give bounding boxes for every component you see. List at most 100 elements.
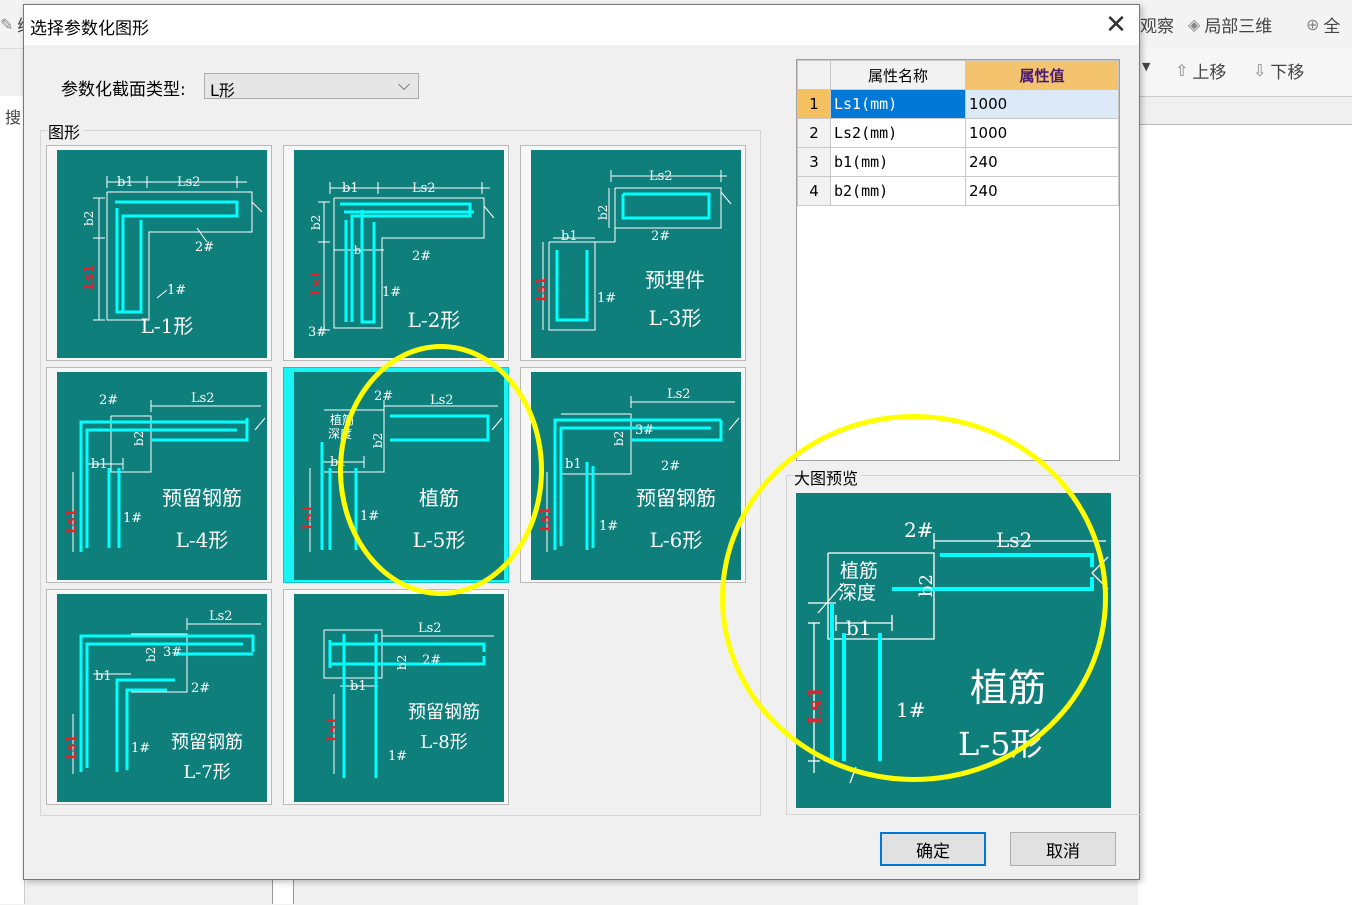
label-ls1: Ls1: [309, 270, 324, 296]
label-b2: b2: [144, 647, 158, 662]
label-ls2: Ls2: [430, 393, 454, 408]
label-b1: b1: [330, 455, 347, 470]
arrow-down-icon: ⇩: [1253, 61, 1267, 80]
select-parametric-shape-dialog: 选择参数化图形 ✕ 参数化截面类型: L形 ⌵ 图形 b1 Ls2 b2 Ls1…: [23, 4, 1141, 880]
row-number: 3: [797, 147, 831, 177]
label-bar2: 2#: [412, 249, 431, 264]
shapes-group-label: 图形: [48, 119, 84, 143]
shape-tile-l6[interactable]: Ls2 b2 3# 2# b1 Ls1 1# 预留钢筋 L-6形: [520, 367, 746, 583]
property-row[interactable]: 2 Ls2(mm) 1000: [797, 118, 1119, 148]
preview-group-label: 大图预览: [794, 465, 862, 489]
label-bar3: 3#: [308, 325, 327, 340]
row-number: 2: [797, 118, 831, 148]
shape-tile-l3[interactable]: Ls2 b2 b1 Ls1 2# 1# 预埋件 L-3形: [520, 145, 746, 361]
label-ls2: Ls2: [418, 621, 442, 636]
shape-caption: L-7形: [183, 762, 231, 783]
header-property-value: 属性值: [965, 60, 1119, 90]
shape-l1-diagram: b1 Ls2 b2 Ls1 2# 1# L-1形: [57, 150, 267, 358]
move-down-button[interactable]: ⇩ 下移: [1253, 58, 1304, 83]
property-name: Ls2(mm): [830, 118, 966, 148]
header-property-name: 属性名称: [830, 60, 966, 90]
section-type-label: 参数化截面类型:: [61, 80, 186, 100]
label-ls1: Ls1: [538, 506, 553, 532]
shape-l2-diagram: b1 Ls2 b2 Ls1 b 2# 1# 3# L-2形: [294, 150, 504, 358]
label-bar2: 2#: [195, 240, 214, 255]
label-ls2: Ls2: [667, 387, 691, 402]
shape-l4-diagram: 2# Ls2 b2 b1 Ls1 1# 预留钢筋 L-4形: [57, 372, 267, 580]
shape-tile-l5[interactable]: 植筋 深度 2# Ls2 b2 b1 Ls1 1# 植筋 L-5形: [283, 367, 509, 583]
section-type-select[interactable]: L形 ⌵: [204, 73, 419, 100]
label-b2: b2: [596, 205, 610, 220]
zoom-tool[interactable]: ⊕ 全: [1306, 12, 1340, 37]
property-value-input[interactable]: 1000: [965, 89, 1119, 119]
label-bar2: 2#: [99, 393, 118, 408]
shape-l6-diagram: Ls2 b2 3# 2# b1 Ls1 1# 预留钢筋 L-6形: [531, 372, 741, 580]
label-b1: b1: [117, 175, 134, 190]
shape-caption: L-4形: [175, 528, 229, 552]
search-stub[interactable]: 搜: [5, 104, 21, 128]
property-row[interactable]: 3 b1(mm) 240: [797, 147, 1119, 177]
local-3d-tool[interactable]: ◈ 局部三维: [1188, 12, 1272, 37]
shape-caption: L-5形: [412, 528, 466, 552]
app-toolbar-row2: [1138, 48, 1352, 97]
property-value-input[interactable]: 240: [965, 147, 1119, 177]
label-bar1: 1#: [597, 291, 616, 306]
close-button[interactable]: ✕: [1093, 5, 1139, 45]
cancel-button[interactable]: 取消: [1010, 832, 1116, 866]
label-ls1: Ls1: [325, 716, 340, 742]
property-name: b1(mm): [830, 147, 966, 177]
preview-label-b1: b1: [846, 616, 872, 640]
preview-label-ls2: Ls2: [996, 528, 1032, 552]
label-bar1: 1#: [382, 285, 401, 300]
property-row[interactable]: 1 Ls1(mm) 1000: [797, 89, 1119, 119]
label-depth-1: 植筋: [330, 412, 354, 427]
shape-tile-l1[interactable]: b1 Ls2 b2 Ls1 2# 1# L-1形: [46, 145, 272, 361]
shape-tile-l7[interactable]: Ls2 b2 3# 2# b1 Ls1 1# 预留钢筋 L-7形: [46, 589, 272, 805]
label-ls2: Ls2: [412, 181, 436, 196]
section-type-value: L形: [210, 81, 235, 100]
chevron-down-icon: ▼: [1142, 60, 1151, 73]
label-b2: b2: [132, 431, 146, 446]
preview-label-ls1: Ls1: [803, 686, 827, 725]
dialog-title: 选择参数化图形: [30, 19, 149, 39]
label-ls2: Ls2: [177, 175, 201, 190]
shape-caption-sub: 预留钢筋: [171, 732, 243, 753]
dropdown-arrow[interactable]: ▼: [1142, 60, 1150, 73]
label-ls1: Ls1: [534, 276, 549, 302]
label-bar3: 3#: [163, 645, 182, 660]
move-up-button[interactable]: ⇧ 上移: [1175, 58, 1226, 83]
label-bar1: 1#: [131, 741, 150, 756]
label-ls2: Ls2: [649, 169, 673, 184]
shape-caption-sub: 预埋件: [645, 268, 705, 292]
property-row[interactable]: 4 b2(mm) 240: [797, 176, 1119, 206]
shape-caption: L-6形: [649, 528, 703, 552]
shape-l8-diagram: Ls2 b2 2# b1 Ls1 1# 预留钢筋 L-8形: [294, 594, 504, 802]
ok-button[interactable]: 确定: [880, 832, 986, 866]
shape-l3-diagram: Ls2 b2 b1 Ls1 2# 1# 预埋件 L-3形: [531, 150, 741, 358]
shape-tile-l2[interactable]: b1 Ls2 b2 Ls1 b 2# 1# 3# L-2形: [283, 145, 509, 361]
label-ls1: Ls1: [64, 508, 79, 534]
shape-caption-sub: 预留钢筋: [408, 702, 480, 723]
label-b2: b2: [395, 655, 409, 670]
preview-label-bar1: 1#: [896, 698, 925, 722]
label-bar2: 2#: [191, 681, 210, 696]
shape-tile-l8[interactable]: Ls2 b2 2# b1 Ls1 1# 预留钢筋 L-8形: [283, 589, 509, 805]
row-number: 1: [797, 89, 831, 119]
label-b1: b1: [561, 229, 578, 244]
shape-tile-l4[interactable]: 2# Ls2 b2 b1 Ls1 1# 预留钢筋 L-4形: [46, 367, 272, 583]
property-value-input[interactable]: 240: [965, 176, 1119, 206]
label-ls1: Ls1: [64, 734, 79, 760]
label-b2: b2: [309, 215, 323, 230]
label-b1: b1: [91, 457, 108, 472]
label-bar2: 2#: [374, 389, 393, 404]
cube-icon: ◈: [1188, 15, 1201, 34]
preview-label-bar2: 2#: [904, 518, 933, 542]
property-value-input[interactable]: 1000: [965, 118, 1119, 148]
observe-tool[interactable]: 观察: [1140, 12, 1174, 37]
shape-caption-sub: 植筋: [419, 486, 459, 510]
label-bar1: 1#: [167, 283, 186, 298]
label-b1: b1: [350, 679, 367, 694]
properties-header: 属性名称 属性值: [797, 60, 1119, 90]
label-ls2: Ls2: [191, 391, 215, 406]
preview-caption: L-5形: [958, 725, 1042, 763]
